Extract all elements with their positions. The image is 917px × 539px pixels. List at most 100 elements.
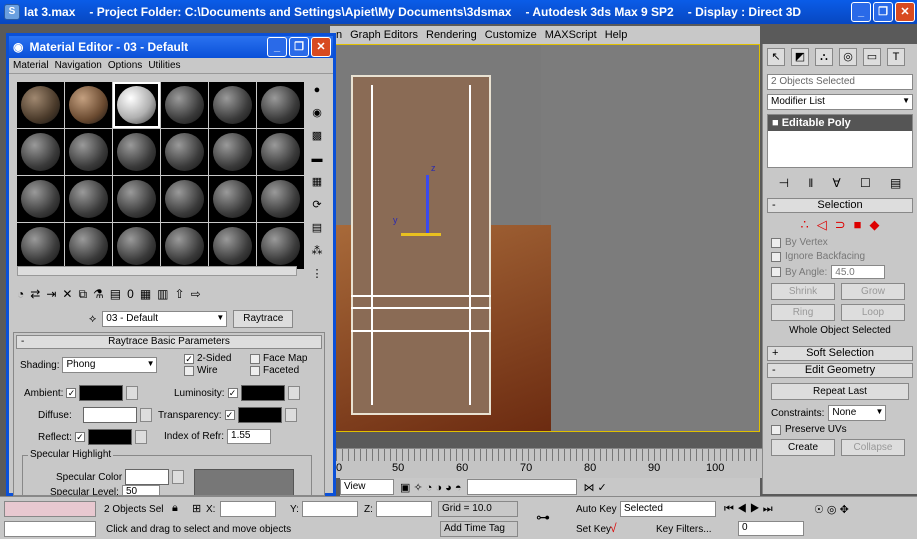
material-navigator-icon[interactable]: ⋮ bbox=[309, 266, 325, 282]
shading-dropdown[interactable]: Phong bbox=[62, 357, 158, 373]
mated-maximize-button[interactable]: ❐ bbox=[289, 37, 309, 57]
ambient-color-swatch[interactable] bbox=[79, 385, 124, 401]
menu-options[interactable]: Options bbox=[108, 60, 142, 71]
grow-button[interactable]: Grow bbox=[841, 283, 905, 300]
transparency-map-button[interactable] bbox=[284, 408, 297, 422]
key-set-dropdown[interactable]: Selected bbox=[620, 501, 716, 517]
material-slot[interactable] bbox=[257, 129, 304, 175]
show-end-result-material-icon[interactable]: ▥ bbox=[157, 287, 168, 301]
preserve-uvs-checkbox[interactable] bbox=[771, 424, 781, 435]
edge-icon[interactable]: ◁ bbox=[817, 217, 827, 233]
constraints-dropdown[interactable]: None bbox=[828, 405, 887, 421]
transform-gizmo-z[interactable] bbox=[426, 175, 429, 235]
auto-key-button[interactable]: Auto Key bbox=[576, 504, 617, 515]
show-end-result-icon[interactable]: ‖ bbox=[808, 176, 813, 190]
select-by-material-icon[interactable]: ⁂ bbox=[309, 243, 325, 259]
menu-graph-editors[interactable]: Graph Editors bbox=[350, 29, 418, 41]
material-slot[interactable] bbox=[17, 82, 64, 128]
object-name-field[interactable]: 2 Objects Selected bbox=[767, 74, 913, 90]
lock-selection-icon[interactable]: 🔒︎ bbox=[172, 502, 178, 515]
viewport-nav-icons[interactable]: ☉ ◎ ✥ bbox=[814, 503, 849, 516]
diffuse-color-swatch[interactable] bbox=[82, 407, 137, 423]
modifier-list-dropdown[interactable]: Modifier List bbox=[767, 94, 913, 110]
absolute-mode-icon[interactable]: ⊞ bbox=[192, 502, 201, 515]
set-key-icon[interactable]: √ bbox=[610, 521, 617, 535]
y-coordinate-field[interactable] bbox=[302, 501, 358, 517]
vertex-icon[interactable]: ∴ bbox=[800, 217, 808, 233]
menu-material[interactable]: Material bbox=[13, 60, 49, 71]
material-slot[interactable] bbox=[113, 176, 160, 222]
go-forward-to-sibling-icon[interactable]: ⇨ bbox=[191, 287, 201, 301]
raytrace-params-header[interactable]: - Raytrace Basic Parameters bbox=[16, 335, 322, 349]
perspective-viewport[interactable]: z y bbox=[330, 44, 760, 432]
material-slot[interactable] bbox=[209, 223, 256, 269]
by-vertex-option[interactable]: By Vertex bbox=[771, 237, 909, 248]
edit-geometry-rollout-header[interactable]: - Edit Geometry bbox=[767, 363, 913, 378]
shrink-button[interactable]: Shrink bbox=[771, 283, 835, 300]
background-icon[interactable]: ▩ bbox=[309, 128, 325, 144]
by-vertex-checkbox[interactable] bbox=[771, 237, 781, 248]
material-slot[interactable] bbox=[65, 129, 112, 175]
face-map-option[interactable]: Face Map bbox=[250, 353, 307, 364]
material-slot[interactable] bbox=[65, 223, 112, 269]
view-dropdown[interactable]: View bbox=[340, 479, 394, 495]
material-slot[interactable] bbox=[161, 82, 208, 128]
create-tab-icon[interactable]: ↖ bbox=[767, 48, 785, 66]
hierarchy-tab-icon[interactable]: ⛬ bbox=[815, 48, 833, 66]
material-slot[interactable] bbox=[209, 176, 256, 222]
transparency-checkbox[interactable] bbox=[224, 410, 235, 420]
wire-checkbox[interactable] bbox=[184, 365, 194, 376]
menu-utilities[interactable]: Utilities bbox=[148, 60, 180, 71]
maxscript-output-field[interactable] bbox=[4, 521, 96, 537]
mirror-align-icons[interactable]: ⋈ ✓ bbox=[583, 481, 606, 494]
create-button[interactable]: Create bbox=[771, 439, 835, 456]
ambient-map-button[interactable] bbox=[126, 386, 139, 400]
material-slot-selected[interactable] bbox=[113, 82, 160, 128]
loop-button[interactable]: Loop bbox=[841, 304, 905, 321]
material-slot[interactable] bbox=[17, 129, 64, 175]
z-coordinate-field[interactable] bbox=[376, 501, 432, 517]
close-button[interactable]: ✕ bbox=[895, 2, 915, 22]
soft-selection-rollout-header[interactable]: + Soft Selection bbox=[767, 346, 913, 361]
display-tab-icon[interactable]: ▭ bbox=[863, 48, 881, 66]
faceted-checkbox[interactable] bbox=[250, 365, 260, 376]
reset-map-icon[interactable]: ✕ bbox=[62, 287, 72, 301]
configure-sets-icon[interactable]: ▤ bbox=[890, 176, 901, 190]
slot-horizontal-scrollbar[interactable] bbox=[17, 266, 297, 276]
go-to-parent-icon[interactable]: ⇧ bbox=[175, 287, 185, 301]
material-slot[interactable] bbox=[113, 223, 160, 269]
backlight-icon[interactable]: ◉ bbox=[309, 105, 325, 121]
transparency-color-swatch[interactable] bbox=[237, 407, 282, 423]
set-key-button[interactable]: Set Key bbox=[576, 524, 611, 535]
wire-option[interactable]: Wire bbox=[184, 365, 218, 376]
make-unique-material-icon[interactable]: ⚗ bbox=[93, 287, 104, 301]
modify-tab-icon[interactable]: ◩ bbox=[791, 48, 809, 66]
playback-controls[interactable]: ⏮ ◀ ▶ ⏭ bbox=[724, 503, 773, 516]
material-slot[interactable] bbox=[257, 176, 304, 222]
material-slot[interactable] bbox=[257, 223, 304, 269]
diffuse-map-button[interactable] bbox=[139, 408, 152, 422]
specular-color-swatch[interactable] bbox=[125, 469, 170, 485]
assign-to-selection-icon[interactable]: ⇥ bbox=[46, 287, 56, 301]
polygon-icon[interactable]: ■ bbox=[854, 217, 862, 233]
material-effects-channel-icon[interactable]: 0 bbox=[127, 287, 134, 301]
by-angle-option[interactable]: By Angle: 45.0 bbox=[771, 265, 909, 279]
sample-type-icon[interactable]: ● bbox=[309, 82, 325, 98]
luminosity-checkbox[interactable] bbox=[227, 388, 238, 398]
current-frame-field[interactable]: 0 bbox=[738, 521, 804, 536]
material-slot[interactable] bbox=[17, 176, 64, 222]
material-type-button[interactable]: Raytrace bbox=[233, 310, 294, 328]
get-material-icon[interactable]: ◔ bbox=[17, 287, 24, 301]
show-map-in-viewport-icon[interactable]: ▦ bbox=[140, 287, 151, 301]
specular-level-spinner[interactable]: 50 bbox=[121, 485, 160, 495]
menu-help[interactable]: Help bbox=[605, 29, 628, 41]
modifier-stack[interactable]: ■ Editable Poly bbox=[767, 114, 913, 168]
mated-close-button[interactable]: ✕ bbox=[311, 37, 331, 57]
material-slot[interactable] bbox=[65, 82, 112, 128]
menu-partial[interactable]: n bbox=[336, 29, 342, 41]
ignore-backfacing-option[interactable]: Ignore Backfacing bbox=[771, 251, 909, 262]
material-slot[interactable] bbox=[209, 82, 256, 128]
add-time-tag-button[interactable]: Add Time Tag bbox=[440, 521, 518, 537]
stack-item-editable-poly[interactable]: ■ Editable Poly bbox=[768, 115, 912, 131]
remove-modifier-icon[interactable]: ☐ bbox=[860, 176, 871, 190]
